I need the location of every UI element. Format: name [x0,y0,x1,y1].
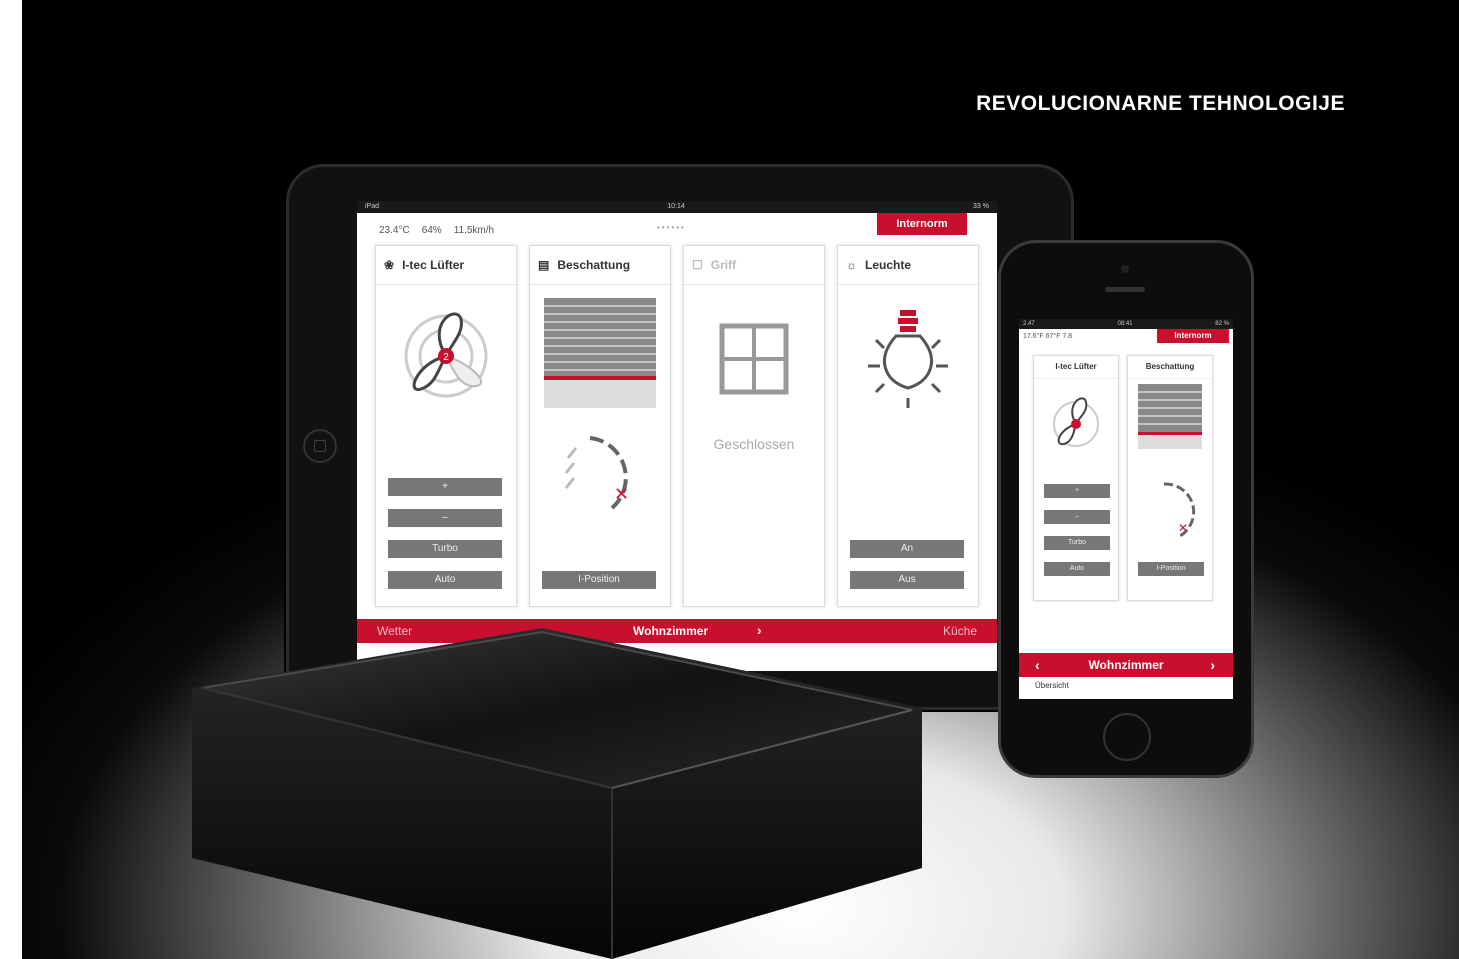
phone-statusbar: 2.47 08:41 82 % [1019,319,1233,329]
phone-fan-plus-button[interactable]: + [1044,484,1110,498]
fan-auto-button[interactable]: Auto [388,571,502,589]
fan-icon [1053,397,1099,447]
card-handle: ☐ Griff Geschlossen [683,245,825,607]
page-indicator: •••••• [657,223,686,232]
tablet-topbar: 23.4°C 64% 11.5km/h •••••• Internorm [357,213,997,243]
phone-fan-minus-button[interactable]: – [1044,510,1110,524]
speaker-grille [1105,287,1145,292]
overview-link[interactable]: Übersicht [1035,681,1069,690]
lamp-off-button[interactable]: Aus [850,571,964,589]
svg-text:✕: ✕ [614,484,629,504]
next-room-link[interactable]: Küche [943,624,977,638]
phone-room-nav-bar: ‹ Wohnzimmer › [1019,653,1233,677]
phone-home-button[interactable] [1103,713,1151,761]
bulb-illustration [868,310,948,408]
card-title: Beschattung [557,258,631,272]
card-title: Beschattung [1128,356,1212,379]
window-icon: ☐ [692,258,703,272]
humidity: 64% [421,225,442,236]
lamp-on-button[interactable]: An [850,540,964,558]
phone-device: 2.47 08:41 82 % 17.6°F 67°F 7.8 Internor… [998,240,1254,778]
phone-screen: 2.47 08:41 82 % 17.6°F 67°F 7.8 Internor… [1019,319,1233,699]
i-position-button[interactable]: I-Position [542,571,656,589]
svg-text:2: 2 [443,352,449,363]
phone-fan-auto-button[interactable]: Auto [1044,562,1110,576]
fan-plus-button[interactable]: + [388,478,502,496]
card-title: I-tec Lüfter [402,258,465,272]
temperature: 23.4°C [379,225,410,236]
handle-status: Geschlossen [713,436,795,452]
fan-illustration: 2 [404,312,488,398]
home-server-box [192,628,922,959]
card-shading: ▤ Beschattung ✕ I-Position [529,245,671,607]
fan-turbo-button[interactable]: Turbo [388,540,502,558]
slat-angle-dial[interactable]: ✕ [1128,476,1212,546]
camera-icon [1121,265,1129,273]
chevron-right-icon[interactable]: › [1210,657,1215,673]
card-lamp: ☼ Leuchte An Aus [837,245,979,607]
lamp-icon: ☼ [846,258,857,272]
phone-card-fan: I-tec Lüfter + – Turbo Auto [1033,355,1119,601]
tablet-home-button[interactable] [303,429,337,463]
phone-i-position-button[interactable]: I-Position [1138,562,1204,576]
card-title: Griff [710,258,737,272]
svg-text:✕: ✕ [1178,521,1188,535]
blind-icon [1138,384,1202,449]
phone-current-room: Wohnzimmer [1088,658,1164,672]
phone-card-shading: Beschattung ✕ I-Position [1127,355,1213,601]
card-title: Leuchte [865,258,912,272]
slat-angle-dial[interactable]: ✕ [530,418,670,528]
page-margin [0,0,22,959]
fan-minus-button[interactable]: – [388,509,502,527]
wind-speed: 11.5km/h [453,225,495,236]
tablet-statusbar: iPad 10:14 33 % [357,201,997,213]
card-fan: ❀ I-tec Lüfter 2 + – Turbo Auto [375,245,517,607]
tablet-screen: iPad 10:14 33 % 23.4°C 64% 11.5km/h ••••… [357,201,997,671]
fan-icon: ❀ [384,258,395,272]
weather-readout: 23.4°C 64% 11.5km/h [379,225,494,236]
headline: REVOLUCIONARNE TEHNOLOGIJE [976,92,1345,115]
brand-logo: Internorm [877,213,967,235]
card-title: I-tec Lüfter [1034,356,1118,379]
blind-icon: ▤ [538,258,550,272]
phone-brand-logo: Internorm [1157,329,1229,343]
phone-weather: 17.6°F 67°F 7.8 [1023,333,1073,340]
phone-fan-turbo-button[interactable]: Turbo [1044,536,1110,550]
window-illustration [719,323,789,395]
blind-illustration [544,298,656,408]
